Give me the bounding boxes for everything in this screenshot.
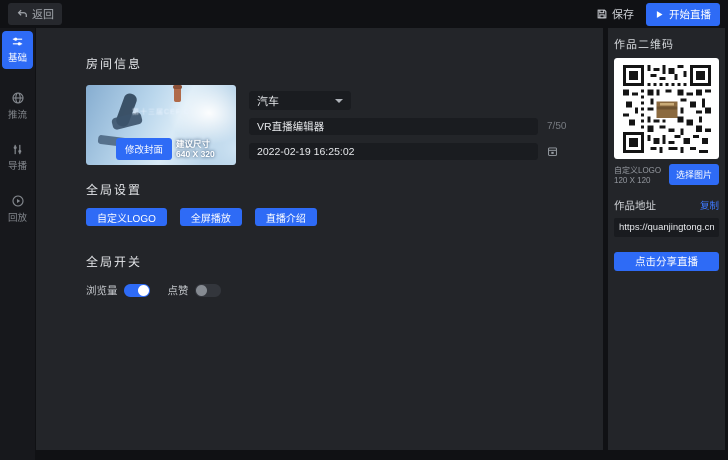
global-switches-title: 全局开关 xyxy=(86,253,603,270)
cover-thumbnail[interactable]: 第十三届CEF C 修改封面 建议尺寸 640 X 320 xyxy=(86,85,236,165)
custom-logo-button[interactable]: 自定义LOGO xyxy=(86,208,167,226)
sidebar-item-label: 回放 xyxy=(2,210,33,224)
toggle-knob xyxy=(196,285,207,296)
global-settings-buttons: 自定义LOGO 全屏播放 直播介绍 xyxy=(86,208,603,226)
views-switch-label: 浏览量 xyxy=(86,283,118,298)
sidebar-item-playback[interactable]: 回放 xyxy=(2,194,33,224)
room-info-row: 第十三届CEF C 修改封面 建议尺寸 640 X 320 汽车 7/50 xyxy=(86,85,603,165)
address-row: 作品地址 复制 xyxy=(614,198,719,213)
save-button[interactable]: 保存 xyxy=(596,6,634,22)
views-toggle[interactable] xyxy=(124,284,150,297)
room-form: 汽车 7/50 xyxy=(249,91,566,165)
global-settings-section: 全局设置 自定义LOGO 全屏播放 直播介绍 xyxy=(86,181,603,226)
share-panel: 作品二维码 xyxy=(608,28,725,450)
copy-address-link[interactable]: 复制 xyxy=(700,198,719,212)
likes-toggle[interactable] xyxy=(195,284,221,297)
qr-logo-hint-line1: 自定义LOGO xyxy=(614,166,661,176)
category-select[interactable]: 汽车 xyxy=(249,91,351,110)
play-icon xyxy=(655,10,664,19)
save-icon xyxy=(596,8,608,20)
likes-switch-label: 点赞 xyxy=(168,283,189,298)
cover-photo-shape xyxy=(174,87,181,102)
back-button[interactable]: 返回 xyxy=(8,3,62,25)
sidebar-item-label: 基础 xyxy=(2,50,33,64)
global-switches-section: 全局开关 浏览量 点赞 xyxy=(86,253,603,298)
datetime-input-row xyxy=(249,143,566,160)
sidebar-item-stream[interactable]: 推流 xyxy=(2,91,33,121)
back-icon xyxy=(16,8,28,20)
director-icon xyxy=(2,143,33,156)
likes-switch-group: 点赞 xyxy=(168,283,221,298)
save-label: 保存 xyxy=(612,6,634,22)
sidebar-item-label: 导播 xyxy=(2,158,33,172)
global-settings-title: 全局设置 xyxy=(86,181,603,198)
sidebar-item-basic[interactable]: 基础 xyxy=(2,31,33,69)
title-input[interactable] xyxy=(249,118,538,135)
cover-size-hint-line2: 640 X 320 xyxy=(176,149,215,159)
views-switch-group: 浏览量 xyxy=(86,283,150,298)
qr-logo-hint: 自定义LOGO 120 X 120 xyxy=(614,166,661,185)
basic-icon xyxy=(2,35,33,48)
cover-size-hint-line1: 建议尺寸 xyxy=(176,139,215,149)
topbar: 返回 保存 开始直播 xyxy=(0,0,728,28)
qr-code xyxy=(614,58,719,159)
stream-icon xyxy=(2,91,33,105)
title-input-row: 7/50 xyxy=(249,118,566,135)
change-cover-button[interactable]: 修改封面 xyxy=(116,138,172,160)
category-select-value: 汽车 xyxy=(257,93,279,109)
sidebar-item-label: 推流 xyxy=(2,107,33,121)
title-char-counter: 7/50 xyxy=(547,121,566,132)
fullscreen-play-button[interactable]: 全屏播放 xyxy=(180,208,242,226)
share-live-button[interactable]: 点击分享直播 xyxy=(614,252,719,271)
qr-logo-row: 自定义LOGO 120 X 120 选择图片 xyxy=(614,164,719,185)
sidebar-item-director[interactable]: 导播 xyxy=(2,143,33,172)
calendar-icon[interactable] xyxy=(547,146,558,157)
sidebar: 基础 推流 导播 回放 xyxy=(0,28,35,460)
qr-section-title: 作品二维码 xyxy=(614,36,719,52)
qr-logo-hint-line2: 120 X 120 xyxy=(614,176,661,186)
address-label: 作品地址 xyxy=(614,198,656,213)
playback-icon xyxy=(2,194,33,208)
cover-size-hint: 建议尺寸 640 X 320 xyxy=(176,139,215,159)
qr-code-image xyxy=(622,65,712,153)
datetime-input[interactable] xyxy=(249,143,538,160)
topbar-actions: 保存 开始直播 xyxy=(596,3,720,26)
choose-image-button[interactable]: 选择图片 xyxy=(669,164,719,185)
cover-photo-text: 第十三届CEF C xyxy=(86,107,236,117)
switches-row: 浏览量 点赞 xyxy=(86,283,603,298)
chevron-down-icon xyxy=(335,99,343,103)
start-live-label: 开始直播 xyxy=(669,7,711,22)
room-info-title: 房间信息 xyxy=(86,55,603,72)
back-label: 返回 xyxy=(32,6,54,22)
start-live-button[interactable]: 开始直播 xyxy=(646,3,720,26)
main-panel: 房间信息 第十三届CEF C 修改封面 建议尺寸 640 X 320 汽车 7/… xyxy=(36,28,603,450)
live-intro-button[interactable]: 直播介绍 xyxy=(255,208,317,226)
address-input[interactable] xyxy=(614,218,719,237)
toggle-knob xyxy=(138,285,149,296)
